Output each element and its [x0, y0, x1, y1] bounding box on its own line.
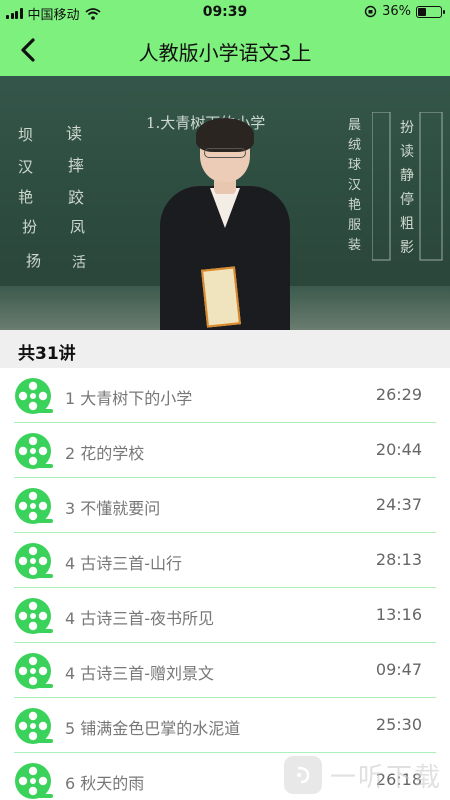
battery-fill	[418, 7, 426, 16]
lesson-count-label: 共31讲	[18, 344, 76, 364]
lesson-row[interactable]: 2 花的学校 20:44	[0, 423, 450, 478]
film-reel-icon	[13, 541, 53, 581]
lesson-title: 2 花的学校	[65, 444, 145, 463]
lesson-duration: 26:29	[375, 385, 422, 404]
lesson-duration: 24:37	[375, 495, 422, 514]
lesson-title: 3 不懂就要问	[65, 499, 161, 518]
lesson-duration: 09:47	[375, 660, 422, 679]
lesson-title: 6 秋天的雨	[65, 774, 145, 793]
page-title: 人教版小学语文3上	[138, 41, 312, 65]
status-right: 36%	[364, 4, 445, 19]
teacher-book	[201, 266, 241, 328]
film-reel-icon	[13, 596, 53, 636]
lesson-title: 4 古诗三首-夜书所见	[65, 609, 215, 628]
lesson-duration: 28:13	[375, 550, 422, 569]
board-grid	[372, 112, 443, 261]
film-reel-icon	[13, 706, 53, 746]
board-char: 扬	[26, 252, 42, 270]
board-char: 跤	[68, 188, 85, 207]
lesson-row[interactable]: 3 不懂就要问 24:37	[0, 478, 450, 533]
lesson-title: 4 古诗三首-赠刘景文	[65, 664, 215, 683]
lesson-row[interactable]: 4 古诗三首-赠刘景文 09:47	[0, 643, 450, 698]
board-char: 摔	[68, 156, 85, 175]
lesson-title: 1 大青树下的小学	[65, 389, 193, 408]
lesson-duration: 20:44	[375, 440, 422, 459]
lesson-row[interactable]: 5 铺满金色巴掌的水泥道 25:30	[0, 698, 450, 753]
film-reel-icon	[13, 486, 53, 526]
board-right-column: 晨绒球汉艳服装	[348, 118, 362, 253]
board-char: 坝	[18, 126, 34, 144]
film-reel-icon	[13, 651, 53, 691]
rotation-lock-icon	[364, 5, 377, 18]
video-player[interactable]: 坝 读 汉 摔 艳 跤 扮 凤 扬 活 1.大青树下的小学 晨绒球汉艳服装 扮读…	[0, 76, 450, 330]
back-button[interactable]	[10, 32, 46, 68]
status-bar: 中国移动 09:39 36%	[0, 0, 450, 24]
board-char: 汉	[18, 158, 34, 176]
teacher-glasses	[204, 148, 246, 158]
watermark: 一听下载	[283, 756, 442, 794]
lesson-count-bar: 共31讲	[0, 330, 450, 368]
lesson-duration: 13:16	[375, 605, 422, 624]
lesson-row[interactable]: 1 大青树下的小学 26:29	[0, 368, 450, 423]
lesson-duration: 25:30	[375, 715, 422, 734]
film-reel-icon	[13, 761, 53, 800]
teacher-hair	[196, 118, 254, 152]
header: 人教版小学语文3上	[0, 24, 450, 76]
film-reel-icon	[13, 376, 53, 416]
film-reel-icon	[13, 431, 53, 471]
lesson-row[interactable]: 4 古诗三首-山行 28:13	[0, 533, 450, 588]
lesson-title: 4 古诗三首-山行	[65, 554, 183, 573]
battery-icon	[416, 5, 445, 18]
lesson-title: 5 铺满金色巴掌的水泥道	[65, 719, 241, 738]
chevron-left-icon	[21, 38, 35, 62]
battery-percent: 36%	[382, 4, 411, 19]
watermark-logo-icon	[283, 756, 322, 794]
watermark-text: 一听下载	[329, 762, 442, 793]
board-char: 扮	[22, 218, 38, 236]
lesson-row[interactable]: 4 古诗三首-夜书所见 13:16	[0, 588, 450, 643]
board-char: 活	[72, 255, 86, 271]
board-char: 凤	[70, 218, 86, 236]
board-char: 艳	[18, 188, 34, 206]
board-char: 读	[66, 124, 83, 143]
lesson-list: 1 大青树下的小学 26:29 2 花的学校 20:44 3 不懂就要问 24:…	[0, 368, 450, 800]
